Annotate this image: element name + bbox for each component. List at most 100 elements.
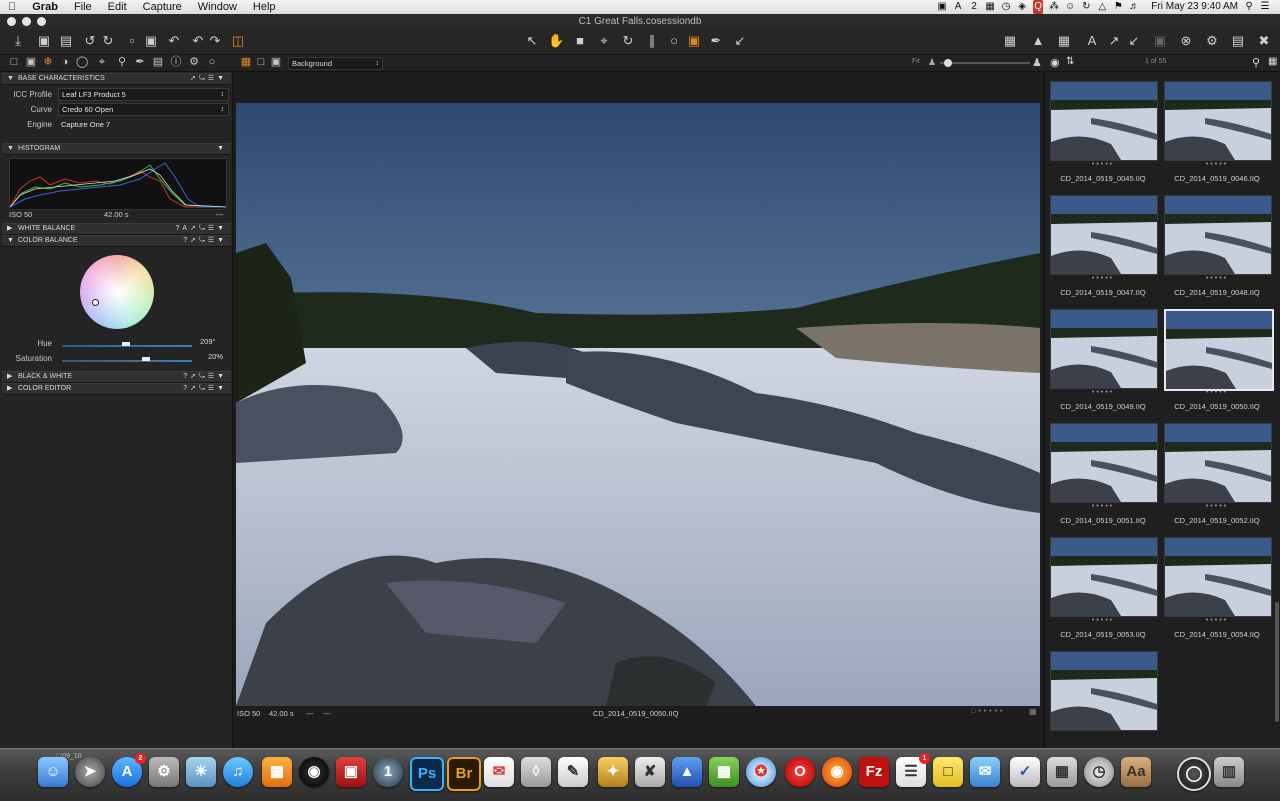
numbers-icon[interactable]: ▩ (709, 757, 739, 787)
safari-icon[interactable]: ✪ (746, 757, 776, 787)
bluetooth-icon[interactable]: ⁂ (1049, 0, 1059, 14)
thumbnail-rating[interactable]: ••••• (1048, 617, 1158, 624)
thumbnail-rating[interactable]: ••••• (1162, 389, 1272, 396)
reminders-icon[interactable]: ☰ 1 (896, 753, 930, 787)
bridge-icon[interactable]: Br (447, 757, 481, 791)
keystone-icon[interactable]: ∥ (644, 33, 660, 49)
section-controls-icon[interactable]: ▼ (217, 144, 227, 154)
histogram-header[interactable]: ▼ HISTOGRAM ▼ (2, 143, 231, 155)
aperture-icon[interactable]: ◉ (299, 757, 329, 787)
thumbnail-rating[interactable]: ••••• (1162, 503, 1272, 510)
white-balance-header[interactable]: ▶ WHITE BALANCE ?A➚⤿☰▼ (2, 223, 231, 235)
preview-icon[interactable]: ◊ (521, 757, 551, 787)
tools-icon[interactable]: ✖ (1256, 33, 1272, 49)
tab-lens-icon[interactable]: ◯ (76, 56, 88, 69)
thumbnail[interactable] (1164, 537, 1272, 617)
thumbnail[interactable] (1164, 309, 1274, 391)
select-cursor-icon[interactable]: ↖ (524, 33, 540, 49)
flag-icon[interactable]: ⚑ (1113, 0, 1123, 14)
menu-edit[interactable]: Edit (100, 0, 135, 14)
rotate-tool-icon[interactable]: ↻ (620, 33, 636, 49)
firefox-icon[interactable]: ◉ (822, 757, 852, 787)
section-controls-icon[interactable]: ?➚⤿☰▼ (183, 384, 227, 394)
thumbnail[interactable] (1050, 423, 1158, 503)
loupe-icon[interactable]: ■ (572, 33, 588, 49)
redo-icon[interactable]: ↷ (207, 33, 223, 49)
single-view-icon[interactable]: □ (255, 56, 267, 69)
app-store-icon[interactable]: A 2 (112, 753, 146, 787)
omnifocus-icon[interactable]: ✓ (1010, 757, 1040, 787)
camera-icon[interactable]: ▤ (58, 33, 74, 49)
hue-value[interactable]: 209° (200, 337, 216, 346)
browser-scrollbar[interactable] (1275, 602, 1279, 722)
rotate-left-icon[interactable]: ↺ (82, 33, 98, 49)
app-menu[interactable]: Grab (24, 0, 66, 14)
script-editor-icon[interactable]: ✦ (598, 757, 628, 787)
apple-menu-icon[interactable]:  (0, 0, 24, 14)
hue-slider[interactable] (62, 342, 192, 347)
color-wheel-handle[interactable] (92, 299, 99, 306)
menu-window[interactable]: Window (190, 0, 245, 14)
menu-help[interactable]: Help (245, 0, 284, 14)
tab-output-icon[interactable]: ▤ (152, 56, 164, 69)
drive-icon[interactable]: ▦ (985, 0, 995, 14)
thumbnail[interactable] (1050, 81, 1158, 161)
zoom-slider[interactable] (940, 59, 1030, 67)
expand-triangle-icon[interactable]: ▶ (7, 372, 12, 382)
browser-search-icon[interactable]: ⚲ (1252, 56, 1260, 69)
trash-dock-icon[interactable]: ▥ (1214, 757, 1244, 787)
tab-metadata-icon[interactable]: ⓘ (170, 56, 182, 69)
text-overlay-icon[interactable]: A (1084, 33, 1100, 49)
adobe-icon[interactable]: A (953, 0, 963, 14)
tab-capture-icon[interactable]: ▣ (25, 56, 37, 69)
dropbox-icon[interactable]: ◈ (1017, 0, 1027, 14)
grid-overlay-icon[interactable]: ▦ (1056, 33, 1072, 49)
notification-center-icon[interactable]: ☰ (1260, 0, 1270, 14)
color-tag-icon[interactable]: ▦ (1029, 707, 1037, 716)
section-controls-icon[interactable]: ?➚⤿☰▼ (183, 372, 227, 382)
status-k-icon[interactable]: ▣ (937, 0, 947, 14)
volume-icon[interactable]: ♬ (1129, 0, 1139, 14)
tab-exposure-icon[interactable]: ◑ (59, 56, 71, 69)
color-balance-header[interactable]: ▼ COLOR BALANCE ?➚⤿☰▼ (2, 235, 231, 247)
thumbnail[interactable] (1050, 537, 1158, 617)
thumbnail[interactable] (1050, 309, 1158, 389)
section-controls-icon[interactable]: ?A➚⤿☰▼ (176, 224, 227, 234)
multi-view-icon[interactable]: ▦ (240, 56, 252, 69)
search-tray-icon[interactable]: Q (1033, 0, 1044, 14)
thumbnail-rating[interactable]: ••••• (1048, 503, 1158, 510)
section-controls-icon[interactable]: ➚⤿☰▼ (190, 74, 227, 84)
user-icon[interactable]: ☺ (1065, 0, 1075, 14)
zoom-window-button[interactable] (37, 17, 46, 26)
thumbnail[interactable] (1050, 651, 1158, 731)
thumbnail[interactable] (1164, 423, 1272, 503)
rating-dots[interactable]: □••••• (971, 708, 1005, 715)
tab-adjustments-icon[interactable]: ⚙ (188, 56, 200, 69)
filezilla-icon[interactable]: Fz (859, 757, 889, 787)
finder-icon[interactable]: ☺ (38, 757, 68, 787)
move-to-folder-icon[interactable]: ▫ (124, 33, 140, 49)
dictionary-icon[interactable]: Aa (1121, 757, 1151, 787)
menu-capture[interactable]: Capture (135, 0, 190, 14)
airmail-icon[interactable]: ✉ (484, 757, 514, 787)
copy-adjustments-icon[interactable]: ↗ (1106, 33, 1122, 49)
zoom-in-person-icon[interactable]: ♟ (1032, 56, 1042, 69)
system-preferences-icon[interactable]: ⚙ (149, 757, 179, 787)
color-wheel[interactable] (80, 255, 154, 329)
collapse-triangle-icon[interactable]: ▼ (7, 236, 14, 246)
expand-triangle-icon[interactable]: ▶ (7, 224, 12, 234)
curve-select[interactable]: Credo 60 Open ↕ (58, 103, 229, 116)
thumbnail-rating[interactable]: ••••• (1162, 617, 1272, 624)
thumbnail-rating[interactable]: ••••• (1048, 389, 1158, 396)
zoom-slider-thumb[interactable] (944, 59, 952, 67)
exposure-warning-icon[interactable]: ▲ (1030, 33, 1046, 49)
tab-batch-icon[interactable]: ○ (206, 56, 218, 69)
reset-icon[interactable]: ↶ (166, 33, 182, 49)
copy-apply-icon[interactable]: ↙ (732, 33, 748, 49)
gear-icon[interactable]: ⚙ (1204, 33, 1220, 49)
apply-adjustments-icon[interactable]: ↙ (1126, 33, 1142, 49)
menu-file[interactable]: File (66, 0, 100, 14)
collapse-triangle-icon[interactable]: ▼ (7, 74, 14, 84)
thumbnail[interactable] (1164, 81, 1272, 161)
close-window-button[interactable] (7, 17, 16, 26)
